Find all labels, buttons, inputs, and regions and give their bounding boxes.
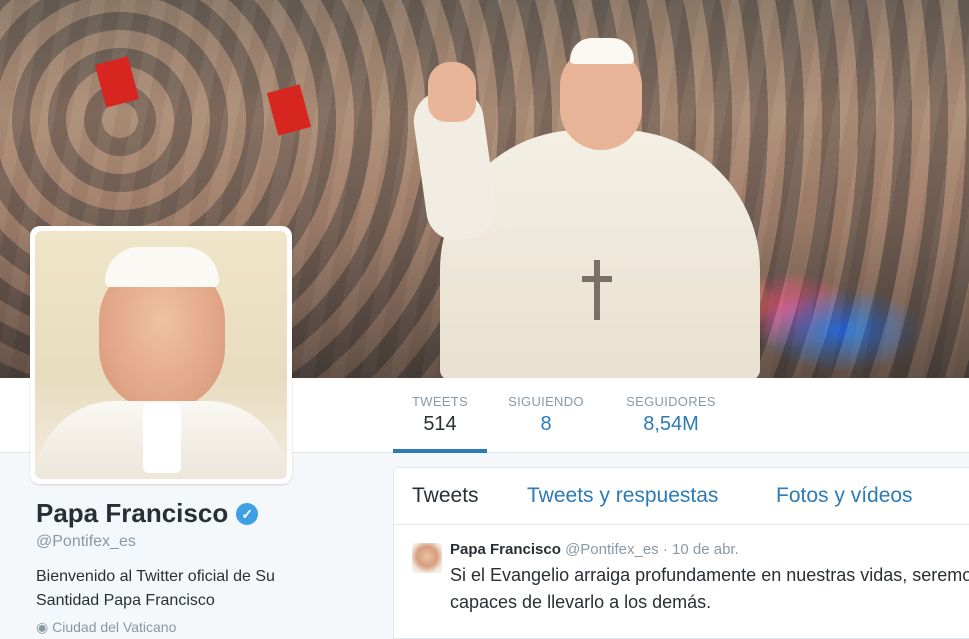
tweet[interactable]: Papa Francisco @Pontifex_es · 10 de abr.… [394,525,969,616]
profile-avatar-frame[interactable] [30,226,292,484]
tweet-handle[interactable]: @Pontifex_es [565,541,659,558]
tab-tweets-replies[interactable]: Tweets y respuestas [527,484,718,508]
tweet-date[interactable]: 10 de abr. [672,541,739,558]
tab-tweets[interactable]: Tweets [412,484,479,508]
profile-handle[interactable]: @Pontifex_es [36,533,366,551]
profile-bio: Bienvenido al Twitter oficial de Su Sant… [36,568,275,609]
tweet-text: Si el Evangelio arraiga profundamente en… [450,565,969,612]
nav-tweets-count: 514 [423,413,457,435]
tweet-header: Papa Francisco @Pontifex_es · 10 de abr. [450,541,969,558]
profile-location: ◉ Ciudad del Vaticano [36,619,366,636]
nav-following-count: 8 [540,413,552,435]
nav-following[interactable]: SIGUIENDO 8 [500,378,592,452]
profile-location-text: Ciudad del Vaticano [52,619,177,635]
location-icon: ◉ [36,619,49,635]
tab-photos-videos[interactable]: Fotos y vídeos [776,484,913,508]
pope-hand [428,62,476,122]
tweet-separator: · [662,541,668,558]
nav-tweets[interactable]: TWEETS 514 [393,378,487,453]
nav-followers[interactable]: SEGUIDORES 8,54M [616,378,726,452]
avatar-cap [105,247,219,287]
nav-tweets-label: TWEETS [412,394,468,409]
timeline: Tweets Tweets y respuestas Fotos y vídeo… [393,467,969,639]
nav-following-label: SIGUIENDO [508,394,584,409]
pectoral-cross-icon [582,260,612,320]
nav-followers-count: 8,54M [643,413,699,435]
avatar [35,231,287,479]
nav-followers-label: SEGUIDORES [626,394,716,409]
verified-icon: ✓ [236,502,259,525]
profile-card: Papa Francisco ✓ @Pontifex_es Bienvenido… [36,498,366,636]
profile-name-row: Papa Francisco ✓ [36,498,366,529]
pope-figure [409,20,760,378]
avatar-collar [143,403,181,473]
timeline-tabs: Tweets Tweets y respuestas Fotos y vídeo… [394,468,969,525]
tweet-author[interactable]: Papa Francisco [450,541,561,558]
tweet-avatar[interactable] [412,543,442,573]
profile-name[interactable]: Papa Francisco [36,498,228,529]
pope-cap [570,38,634,64]
